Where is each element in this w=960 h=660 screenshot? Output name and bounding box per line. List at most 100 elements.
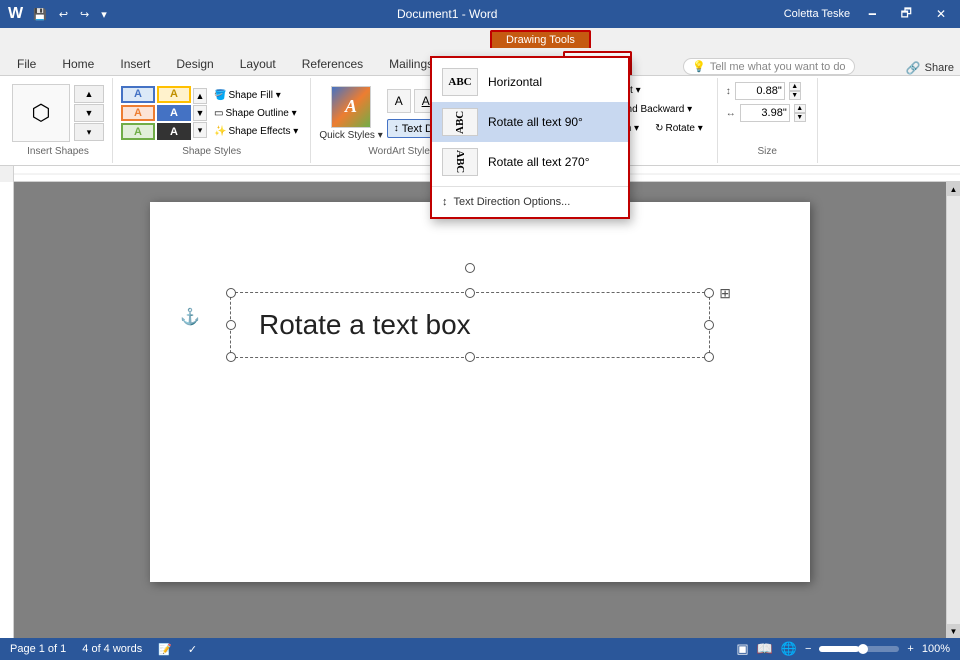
zoom-thumb[interactable]: [858, 644, 868, 654]
drawing-tools-tab[interactable]: Drawing Tools: [490, 30, 591, 48]
handle-tr[interactable]: [704, 288, 714, 298]
share-button[interactable]: Share: [925, 62, 954, 74]
shape-style-5[interactable]: A: [157, 105, 191, 122]
shape-style-6[interactable]: A: [157, 123, 191, 140]
shape-effects-button[interactable]: ✨ Shape Effects ▾: [210, 124, 302, 139]
doc-scroll-area[interactable]: ⚓ ⊞: [14, 182, 946, 638]
shapes-gallery[interactable]: ⬡: [12, 84, 70, 142]
close-button[interactable]: ✕: [930, 5, 952, 23]
rotate-button[interactable]: ↻ Rotate ▾: [649, 120, 709, 137]
width-spinner: ▲ ▼: [794, 104, 806, 122]
view-normal-icon[interactable]: ▣: [736, 641, 748, 657]
redo-button[interactable]: ↪: [76, 6, 93, 23]
textbox-selection[interactable]: ⊞ Rotate a text box: [230, 292, 710, 358]
styles-up[interactable]: ▲: [193, 88, 207, 104]
options-icon: ↕: [442, 196, 448, 208]
tab-references[interactable]: References: [289, 51, 376, 75]
view-web-icon[interactable]: 🌐: [781, 641, 797, 657]
v-scrollbar[interactable]: ▲ ▼: [946, 182, 960, 638]
horizontal-icon: ABC: [442, 68, 478, 96]
more-button[interactable]: ▾: [97, 6, 111, 23]
text-direction-icon: ↕: [394, 123, 399, 134]
handle-mr[interactable]: [704, 320, 714, 330]
width-down[interactable]: ▼: [794, 113, 806, 122]
height-down[interactable]: ▼: [789, 91, 801, 100]
tab-design[interactable]: Design: [163, 51, 226, 75]
undo-button[interactable]: ↩: [55, 6, 72, 23]
restore-button[interactable]: 🗗: [895, 2, 918, 27]
zoom-plus-button[interactable]: +: [907, 643, 913, 655]
shapes-scroll-down[interactable]: ▼: [74, 104, 104, 122]
quick-styles-button[interactable]: A: [331, 86, 371, 128]
dropdown-rotate90[interactable]: ABC Rotate all text 90°: [432, 102, 628, 142]
quick-styles-label[interactable]: Quick Styles ▾: [319, 130, 382, 141]
status-left: Page 1 of 1 4 of 4 words 📝 ✓: [10, 643, 197, 656]
outline-icon: ▭: [214, 108, 223, 119]
layout-options-button[interactable]: ⊞: [719, 285, 731, 302]
dropdown-options[interactable]: ↕ Text Direction Options...: [432, 191, 628, 213]
wordart-label: WordArt Styles: [368, 146, 435, 159]
user-name: Coletta Teske: [784, 8, 850, 20]
lightbulb-icon: 💡: [692, 60, 706, 73]
ruler-corner: [0, 166, 14, 182]
zoom-minus-button[interactable]: −: [805, 643, 811, 655]
insert-shapes-label: Insert Shapes: [27, 146, 89, 159]
scroll-up[interactable]: ▲: [947, 182, 960, 196]
dropdown-divider: [432, 186, 628, 187]
height-up[interactable]: ▲: [789, 82, 801, 91]
dropdown-horizontal[interactable]: ABC Horizontal: [432, 62, 628, 102]
width-icon: ↔: [726, 108, 736, 119]
rotate-handle[interactable]: [465, 263, 475, 273]
main-area: ⚓ ⊞: [0, 182, 960, 638]
height-input[interactable]: [735, 82, 785, 100]
width-up[interactable]: ▲: [794, 104, 806, 113]
title-bar: W 💾 ↩ ↪ ▾ Document1 - Word Coletta Teske…: [0, 0, 960, 28]
status-right: ▣ 📖 🌐 − + 100%: [736, 641, 950, 657]
save-button[interactable]: 💾: [29, 6, 51, 23]
scroll-thumb[interactable]: [947, 196, 960, 624]
shape-style-1[interactable]: A: [121, 86, 155, 103]
shape-style-3[interactable]: A: [121, 123, 155, 140]
height-icon: ↕: [726, 86, 731, 97]
track-icon[interactable]: ✓: [188, 643, 197, 656]
share-icon: 🔗: [906, 61, 921, 75]
minimize-button[interactable]: 🗕: [862, 2, 883, 27]
handle-ml[interactable]: [226, 320, 236, 330]
shapes-expand[interactable]: ▾: [74, 123, 104, 141]
handle-bc[interactable]: [465, 352, 475, 362]
scroll-down[interactable]: ▼: [947, 624, 960, 638]
effects-icon: ✨: [214, 126, 226, 137]
width-input[interactable]: [740, 104, 790, 122]
styles-down[interactable]: ▼: [193, 105, 207, 121]
textbox-wrapper: ⊞ Rotate a text box: [230, 292, 710, 358]
zoom-fill: [819, 646, 859, 652]
shapes-scroll-up[interactable]: ▲: [74, 85, 104, 103]
text-fill-button[interactable]: A: [387, 89, 411, 113]
view-reading-icon[interactable]: 📖: [757, 641, 773, 657]
handle-tc[interactable]: [465, 288, 475, 298]
quick-access-toolbar: 💾 ↩ ↪ ▾: [29, 6, 111, 23]
drawing-tools-bar: Drawing Tools: [0, 28, 960, 48]
rotate90-icon: ABC: [442, 108, 478, 136]
tell-me-input[interactable]: 💡 Tell me what you want to do: [683, 58, 854, 75]
dropdown-rotate270[interactable]: ABC Rotate all text 270°: [432, 142, 628, 182]
styles-expand[interactable]: ▾: [193, 122, 207, 138]
tab-layout[interactable]: Layout: [227, 51, 289, 75]
shapes-content: ⬡ ▲ ▼ ▾: [12, 82, 104, 144]
handle-tl[interactable]: [226, 288, 236, 298]
tab-insert[interactable]: Insert: [107, 51, 163, 75]
shape-fill-button[interactable]: 🪣 Shape Fill ▾: [210, 88, 302, 103]
handle-br[interactable]: [704, 352, 714, 362]
vertical-ruler: [0, 182, 14, 638]
tab-file[interactable]: File: [4, 51, 49, 75]
shape-style-4[interactable]: A: [157, 86, 191, 103]
shape-outline-button[interactable]: ▭ Shape Outline ▾: [210, 106, 302, 121]
zoom-slider[interactable]: [819, 646, 899, 652]
zoom-level[interactable]: 100%: [922, 643, 950, 655]
handle-bl[interactable]: [226, 352, 236, 362]
tab-home[interactable]: Home: [49, 51, 107, 75]
shape-style-2[interactable]: A: [121, 105, 155, 122]
text-direction-dropdown: ABC Horizontal ABC Rotate all text 90° A…: [430, 56, 630, 219]
paint-icon: 🪣: [214, 90, 226, 101]
notes-icon[interactable]: 📝: [158, 643, 172, 656]
